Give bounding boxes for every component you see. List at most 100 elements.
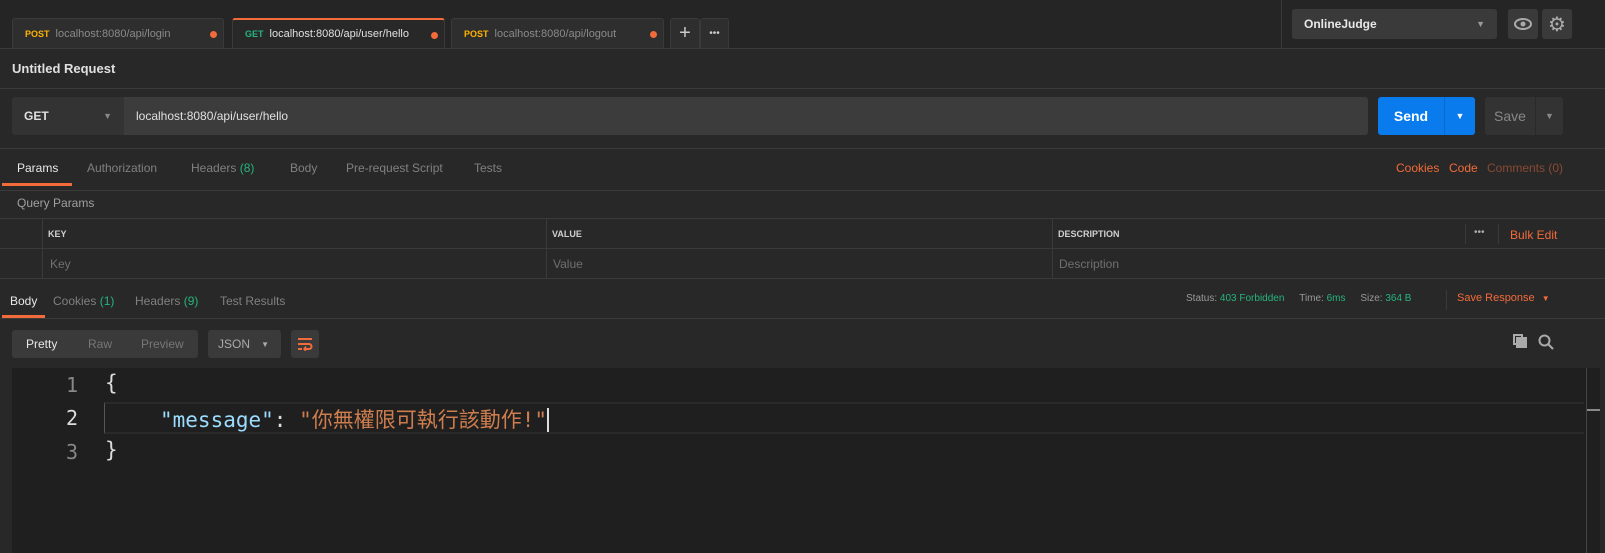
bulk-edit-link[interactable]: Bulk Edit: [1510, 228, 1557, 242]
tab-params[interactable]: Params: [17, 161, 58, 175]
editor-scrollbar[interactable]: [1586, 368, 1600, 553]
chevron-down-icon: ▼: [1545, 111, 1554, 121]
response-meta: Status: 403 Forbidden Time: 6ms Size: 36…: [1186, 293, 1411, 304]
response-editor[interactable]: [12, 368, 1600, 553]
new-tab-button[interactable]: +: [670, 18, 700, 48]
divider: [0, 248, 1605, 249]
line-number: 3: [65, 440, 78, 464]
unsaved-dot-icon: [431, 32, 438, 39]
tab-label: Headers: [191, 161, 237, 175]
tab-more-button[interactable]: •••: [700, 18, 729, 48]
divider: [0, 218, 1605, 219]
divider: [1052, 218, 1053, 278]
environment-select[interactable]: OnlineJudge ▼: [1292, 9, 1497, 39]
save-response-button[interactable]: Save Response ▼: [1457, 292, 1550, 304]
code-link[interactable]: Code: [1449, 161, 1478, 175]
send-button[interactable]: Send: [1378, 97, 1444, 135]
environment-settings-button[interactable]: ⚙: [1542, 9, 1572, 39]
value-input[interactable]: Value: [553, 257, 583, 271]
search-icon[interactable]: [1538, 334, 1554, 350]
query-params-title: Query Params: [17, 196, 95, 210]
chevron-down-icon: ▼: [1455, 111, 1465, 121]
wrap-lines-button[interactable]: [291, 330, 319, 358]
more-options-icon[interactable]: •••: [1474, 227, 1485, 238]
size-value: 364 B: [1385, 293, 1412, 304]
divider: [0, 88, 1605, 89]
save-button[interactable]: Save: [1485, 97, 1535, 135]
chevron-down-icon: ▼: [1476, 19, 1485, 29]
scroll-marker: [1587, 409, 1600, 411]
tab-url: localhost:8080/api/user/hello: [269, 28, 409, 40]
time-label: Time:: [1299, 293, 1324, 304]
save-label: Save: [1494, 108, 1526, 124]
send-label: Send: [1393, 108, 1429, 124]
response-tab-test-results[interactable]: Test Results: [220, 294, 285, 308]
divider: [0, 278, 1605, 279]
tab-label: Headers: [135, 294, 181, 308]
response-tab-body[interactable]: Body: [10, 294, 37, 308]
view-raw-button[interactable]: Raw: [88, 337, 112, 351]
save-response-label: Save Response: [1457, 292, 1535, 304]
divider: [0, 318, 1605, 319]
method-badge: POST: [464, 28, 489, 39]
environment-quick-look-button[interactable]: [1508, 9, 1538, 39]
key-input[interactable]: Key: [50, 257, 71, 271]
request-tab-logout[interactable]: POST localhost:8080/api/logout: [451, 18, 664, 48]
eye-icon: [1514, 18, 1532, 30]
save-options-button[interactable]: ▼: [1535, 97, 1563, 135]
tab-authorization[interactable]: Authorization: [87, 161, 157, 175]
response-tab-headers[interactable]: Headers (9): [135, 294, 198, 308]
unsaved-dot-icon: [650, 31, 657, 38]
tab-body[interactable]: Body: [290, 161, 317, 175]
format-select[interactable]: JSON ▼: [208, 330, 281, 358]
request-title[interactable]: Untitled Request: [12, 61, 115, 76]
request-tab-hello[interactable]: GET localhost:8080/api/user/hello: [232, 18, 445, 48]
column-header-key: KEY: [48, 229, 67, 239]
chevron-down-icon: ▼: [1541, 294, 1550, 303]
comments-link[interactable]: Comments (0): [1487, 161, 1563, 175]
send-options-button[interactable]: ▼: [1444, 97, 1475, 135]
environment-label: OnlineJudge: [1304, 17, 1377, 31]
divider: [1498, 224, 1499, 244]
size-label: Size:: [1360, 293, 1383, 304]
tab-url: localhost:8080/api/logout: [494, 27, 617, 40]
line-number: 1: [65, 373, 78, 397]
code-brace-close: }: [105, 438, 118, 462]
status-value: 403 Forbidden: [1219, 293, 1285, 304]
divider: [1446, 290, 1447, 310]
column-header-value: VALUE: [552, 229, 582, 239]
status-label: Status:: [1186, 293, 1218, 304]
method-select[interactable]: GET ▼: [12, 97, 124, 135]
json-colon: :: [273, 408, 287, 432]
chevron-down-icon: ▼: [261, 339, 269, 349]
line-number: 2: [65, 406, 78, 430]
description-input[interactable]: Description: [1059, 257, 1119, 271]
divider: [0, 148, 1605, 149]
chevron-down-icon: ▼: [103, 111, 112, 121]
format-label: JSON: [218, 337, 251, 351]
method-badge: POST: [25, 28, 50, 39]
response-tab-cookies[interactable]: Cookies (1): [53, 294, 114, 308]
url-value: localhost:8080/api/user/hello: [136, 109, 289, 123]
code-brace-open: {: [105, 371, 118, 395]
json-key: "message": [160, 408, 274, 432]
tab-headers[interactable]: Headers (8): [191, 161, 254, 175]
divider: [1281, 0, 1282, 48]
count-badge: (8): [239, 161, 255, 175]
tab-url: localhost:8080/api/login: [55, 27, 171, 40]
tab-prerequest-script[interactable]: Pre-request Script: [346, 161, 443, 175]
count-badge: (9): [183, 294, 199, 308]
wrap-icon: [298, 338, 313, 351]
view-pretty-button[interactable]: Pretty: [26, 337, 57, 351]
code-line-message: "message": "你無權限可執行該動作!": [160, 404, 550, 434]
divider: [42, 218, 43, 278]
tab-tests[interactable]: Tests: [474, 161, 502, 175]
divider: [0, 48, 1605, 49]
url-input[interactable]: localhost:8080/api/user/hello: [124, 97, 1368, 135]
request-tab-login[interactable]: POST localhost:8080/api/login: [12, 18, 224, 48]
cookies-link[interactable]: Cookies: [1396, 161, 1439, 175]
unsaved-dot-icon: [210, 31, 217, 38]
copy-icon[interactable]: [1513, 334, 1527, 348]
method-badge: GET: [245, 29, 264, 39]
view-preview-button[interactable]: Preview: [141, 337, 184, 351]
